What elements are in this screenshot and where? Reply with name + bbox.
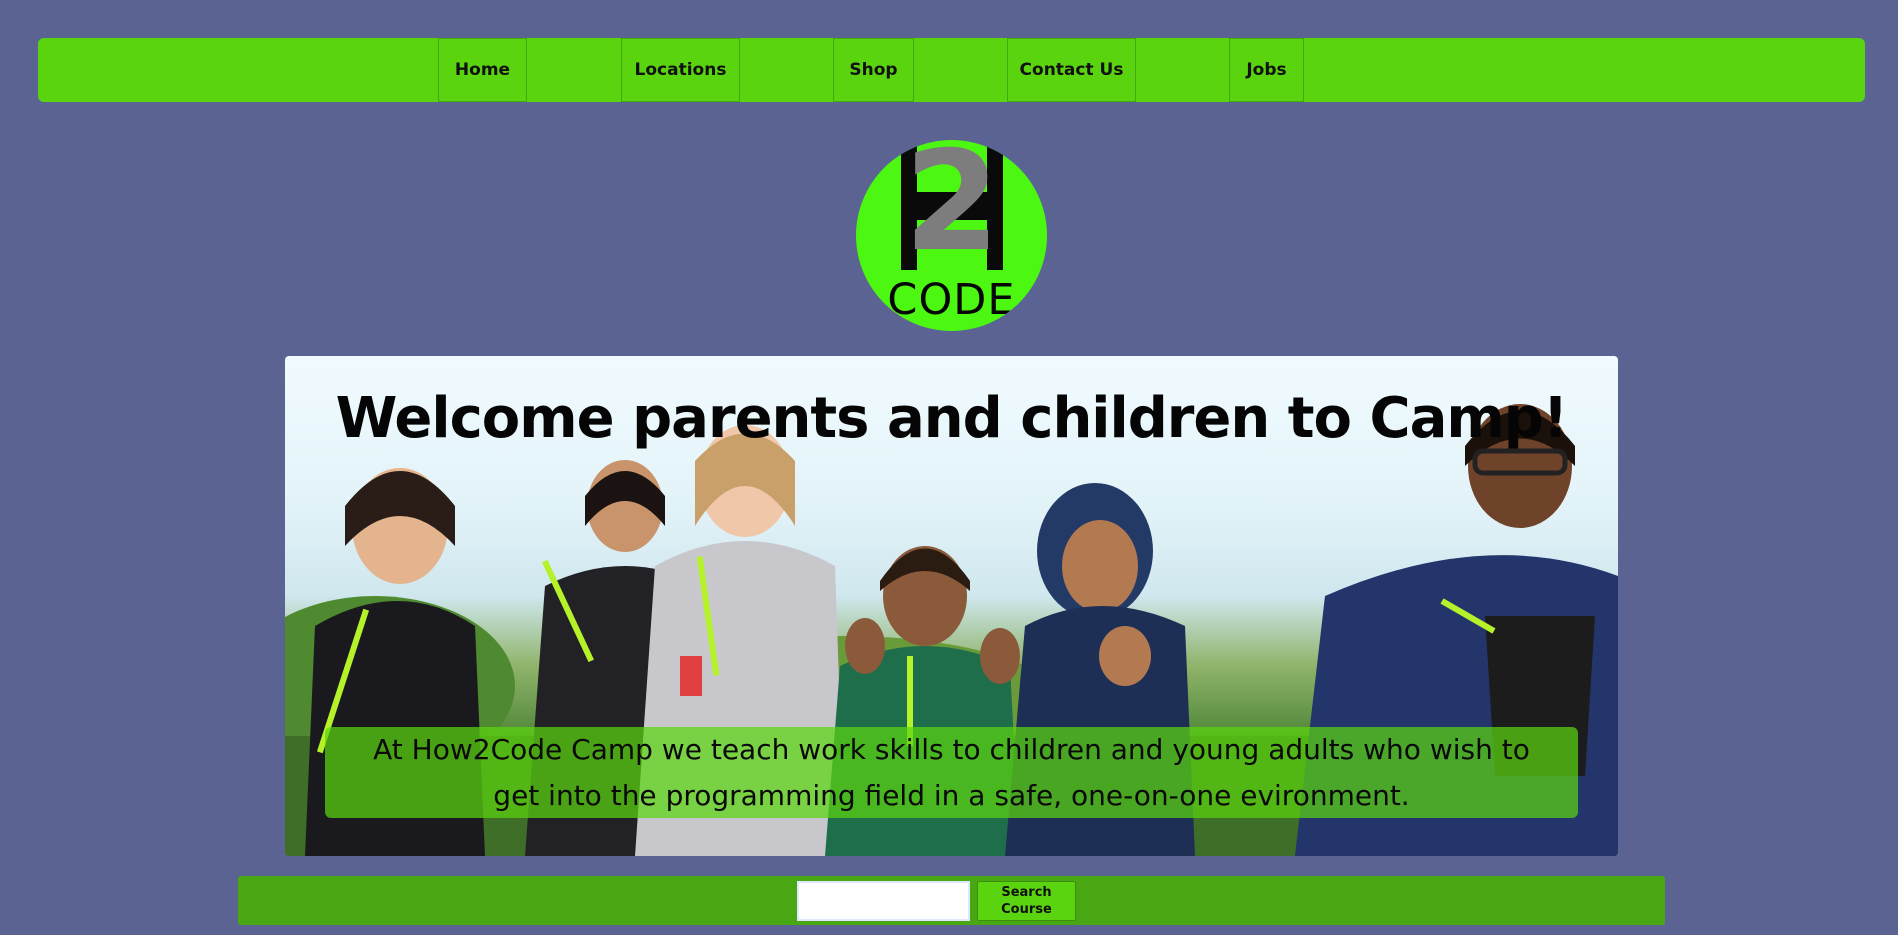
search-course-button[interactable]: Search Course: [977, 881, 1076, 921]
logo-code-text: CODE: [887, 275, 1016, 325]
hero-banner: Welcome parents and children to Camp! At…: [285, 356, 1618, 856]
nav-locations[interactable]: Locations: [621, 38, 740, 102]
main-navbar: Home Locations Shop Contact Us Jobs: [38, 38, 1865, 102]
logo-two-mark: 2: [903, 140, 1001, 282]
hero-caption: At How2Code Camp we teach work skills to…: [325, 727, 1578, 818]
nav-home[interactable]: Home: [438, 38, 527, 102]
course-search-bar: Search Course: [238, 876, 1665, 925]
how2code-logo[interactable]: 2 CODE: [856, 140, 1047, 331]
nav-shop[interactable]: Shop: [833, 38, 914, 102]
course-search-input[interactable]: [797, 881, 970, 921]
hero-title: Welcome parents and children to Camp!: [335, 386, 1569, 451]
nav-jobs[interactable]: Jobs: [1229, 38, 1304, 102]
nav-contact-us[interactable]: Contact Us: [1007, 38, 1136, 102]
